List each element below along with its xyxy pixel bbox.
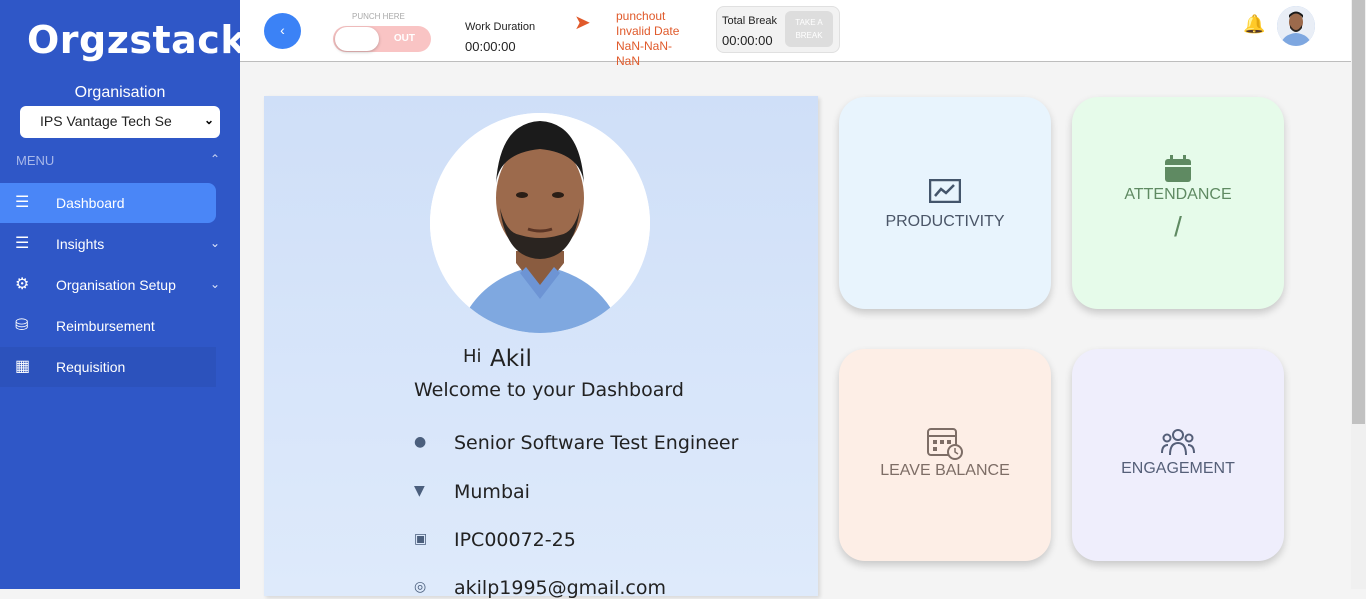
email-text: akilp1995@gmail.com bbox=[454, 577, 667, 599]
chevron-down-icon: ⌄ bbox=[203, 113, 214, 127]
chevron-down-icon: ⌄ bbox=[209, 277, 220, 291]
work-duration-value: 00:00:00 bbox=[465, 39, 516, 54]
user-name: Akil bbox=[490, 346, 532, 372]
punch-toggle[interactable]: OUT bbox=[333, 26, 431, 52]
total-break-panel: Total Break 00:00:00 TAKE A BREAK bbox=[716, 6, 840, 53]
attendance-label: ATTENDANCE bbox=[1124, 186, 1232, 203]
calendar-icon bbox=[1072, 155, 1284, 188]
chevron-up-icon[interactable]: ⌃ bbox=[210, 152, 220, 166]
insights-icon: ☰ bbox=[15, 235, 30, 252]
sidebar-item-label: Insights bbox=[56, 236, 105, 252]
work-duration-label: Work Duration bbox=[465, 21, 536, 33]
reimbursement-icon: ⛁ bbox=[15, 317, 29, 334]
take-break-button[interactable]: TAKE A BREAK bbox=[785, 11, 833, 47]
location-text: Mumbai bbox=[454, 481, 530, 503]
people-icon bbox=[1072, 427, 1284, 462]
top-bar: ‹ PUNCH HERE OUT Work Duration 00:00:00 … bbox=[240, 0, 1351, 68]
attendance-tile[interactable]: ATTENDANCE / bbox=[1072, 97, 1284, 309]
briefcase-icon: ▣ bbox=[414, 531, 428, 547]
engagement-label: ENGAGEMENT bbox=[1121, 460, 1235, 477]
sidebar-item-label: Dashboard bbox=[56, 195, 125, 211]
back-button[interactable]: ‹ bbox=[264, 13, 301, 49]
sidebar-item-reimbursement[interactable]: ⛁ Reimbursement bbox=[0, 306, 216, 346]
dashboard-icon: ☰ bbox=[15, 194, 30, 211]
total-break-label: Total Break bbox=[722, 15, 778, 27]
punch-here-label: PUNCH HERE bbox=[352, 12, 405, 21]
engagement-tile[interactable]: ENGAGEMENT bbox=[1072, 349, 1284, 561]
toggle-knob bbox=[335, 27, 379, 51]
welcome-text: Welcome to your Dashboard bbox=[414, 379, 684, 401]
profile-card: Hi Akil Welcome to your Dashboard ● Seni… bbox=[264, 96, 818, 599]
leave-balance-label: LEAVE BALANCE bbox=[880, 462, 1010, 479]
designation-text: Senior Software Test Engineer bbox=[454, 432, 739, 454]
employee-id-text: IPC00072-25 bbox=[454, 529, 576, 551]
calendar-clock-icon bbox=[839, 425, 1051, 466]
sidebar-item-requisition[interactable]: ▦ Requisition bbox=[0, 347, 216, 387]
sidebar: Orgzstack Organisation IPS Vantage Tech … bbox=[0, 0, 246, 589]
sidebar-item-insights[interactable]: ☰ Insights ⌄ bbox=[0, 224, 220, 264]
organisation-select[interactable]: IPS Vantage Tech Se ⌄ bbox=[20, 106, 220, 138]
organisation-label: Organisation bbox=[74, 84, 166, 101]
punchout-status: punchout Invalid Date NaN-NaN-NaN bbox=[616, 9, 680, 68]
sidebar-item-label: Organisation Setup bbox=[56, 277, 176, 293]
menu-label: MENU bbox=[16, 153, 55, 168]
productivity-label: PRODUCTIVITY bbox=[885, 213, 1005, 230]
sidebar-item-label: Reimbursement bbox=[56, 318, 155, 334]
organisation-select-value: IPS Vantage Tech Se bbox=[40, 113, 172, 129]
requisition-icon: ▦ bbox=[15, 358, 31, 375]
sidebar-item-organisation-setup[interactable]: ⚙ Organisation Setup ⌄ bbox=[0, 265, 220, 305]
page-scrollbar[interactable] bbox=[1351, 0, 1366, 589]
productivity-tile[interactable]: PRODUCTIVITY bbox=[839, 97, 1051, 309]
leave-balance-tile[interactable]: LEAVE BALANCE bbox=[839, 349, 1051, 561]
avatar[interactable] bbox=[1277, 6, 1315, 46]
chart-icon bbox=[839, 178, 1051, 208]
sidebar-item-dashboard[interactable]: ☰ Dashboard bbox=[0, 183, 216, 223]
org-setup-icon: ⚙ bbox=[15, 276, 30, 293]
attendance-value: / bbox=[1174, 211, 1182, 242]
punch-toggle-text: OUT bbox=[393, 33, 415, 44]
total-break-value: 00:00:00 bbox=[722, 33, 773, 48]
scrollbar-thumb[interactable] bbox=[1352, 0, 1365, 424]
chevron-down-icon: ⌄ bbox=[209, 236, 220, 250]
location-pin-icon: ▼ bbox=[414, 483, 425, 499]
at-sign-icon: ◎ bbox=[414, 579, 427, 595]
chevron-left-icon: ‹ bbox=[280, 22, 285, 38]
person-icon: ● bbox=[414, 434, 427, 450]
menu-header[interactable]: MENU ⌃ bbox=[16, 152, 220, 168]
profile-photo bbox=[430, 113, 650, 333]
app-logo[interactable]: Orgzstack bbox=[27, 18, 246, 62]
fingerprint-icon: ➤ bbox=[574, 12, 591, 34]
bell-icon[interactable]: 🔔 bbox=[1243, 14, 1265, 35]
greeting-text: Hi bbox=[463, 346, 482, 367]
sidebar-item-label: Requisition bbox=[56, 359, 126, 375]
